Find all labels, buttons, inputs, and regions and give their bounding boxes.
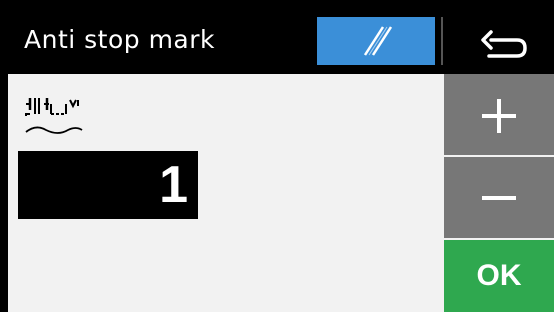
double-slash-icon bbox=[363, 26, 393, 56]
page-title: Anti stop mark bbox=[24, 25, 216, 54]
header-bar: Anti stop mark bbox=[8, 8, 554, 74]
header-divider bbox=[441, 17, 443, 65]
mode-toggle-button[interactable] bbox=[317, 17, 435, 65]
back-button[interactable] bbox=[445, 8, 554, 74]
ok-button[interactable]: OK bbox=[444, 240, 554, 312]
increase-button[interactable] bbox=[444, 74, 554, 155]
minus-icon bbox=[482, 196, 516, 200]
screen: Anti stop mark 1 OK bbox=[8, 8, 554, 312]
control-panel: OK bbox=[442, 74, 554, 312]
value-display[interactable]: 1 bbox=[18, 151, 198, 219]
value-text: 1 bbox=[159, 156, 188, 214]
anti-stop-mark-stitch-icon bbox=[25, 98, 83, 134]
return-arrow-icon bbox=[481, 30, 527, 58]
decrease-button[interactable] bbox=[444, 157, 554, 238]
ok-label: OK bbox=[476, 259, 522, 292]
setting-area: 1 bbox=[8, 74, 442, 312]
plus-icon bbox=[482, 99, 516, 133]
